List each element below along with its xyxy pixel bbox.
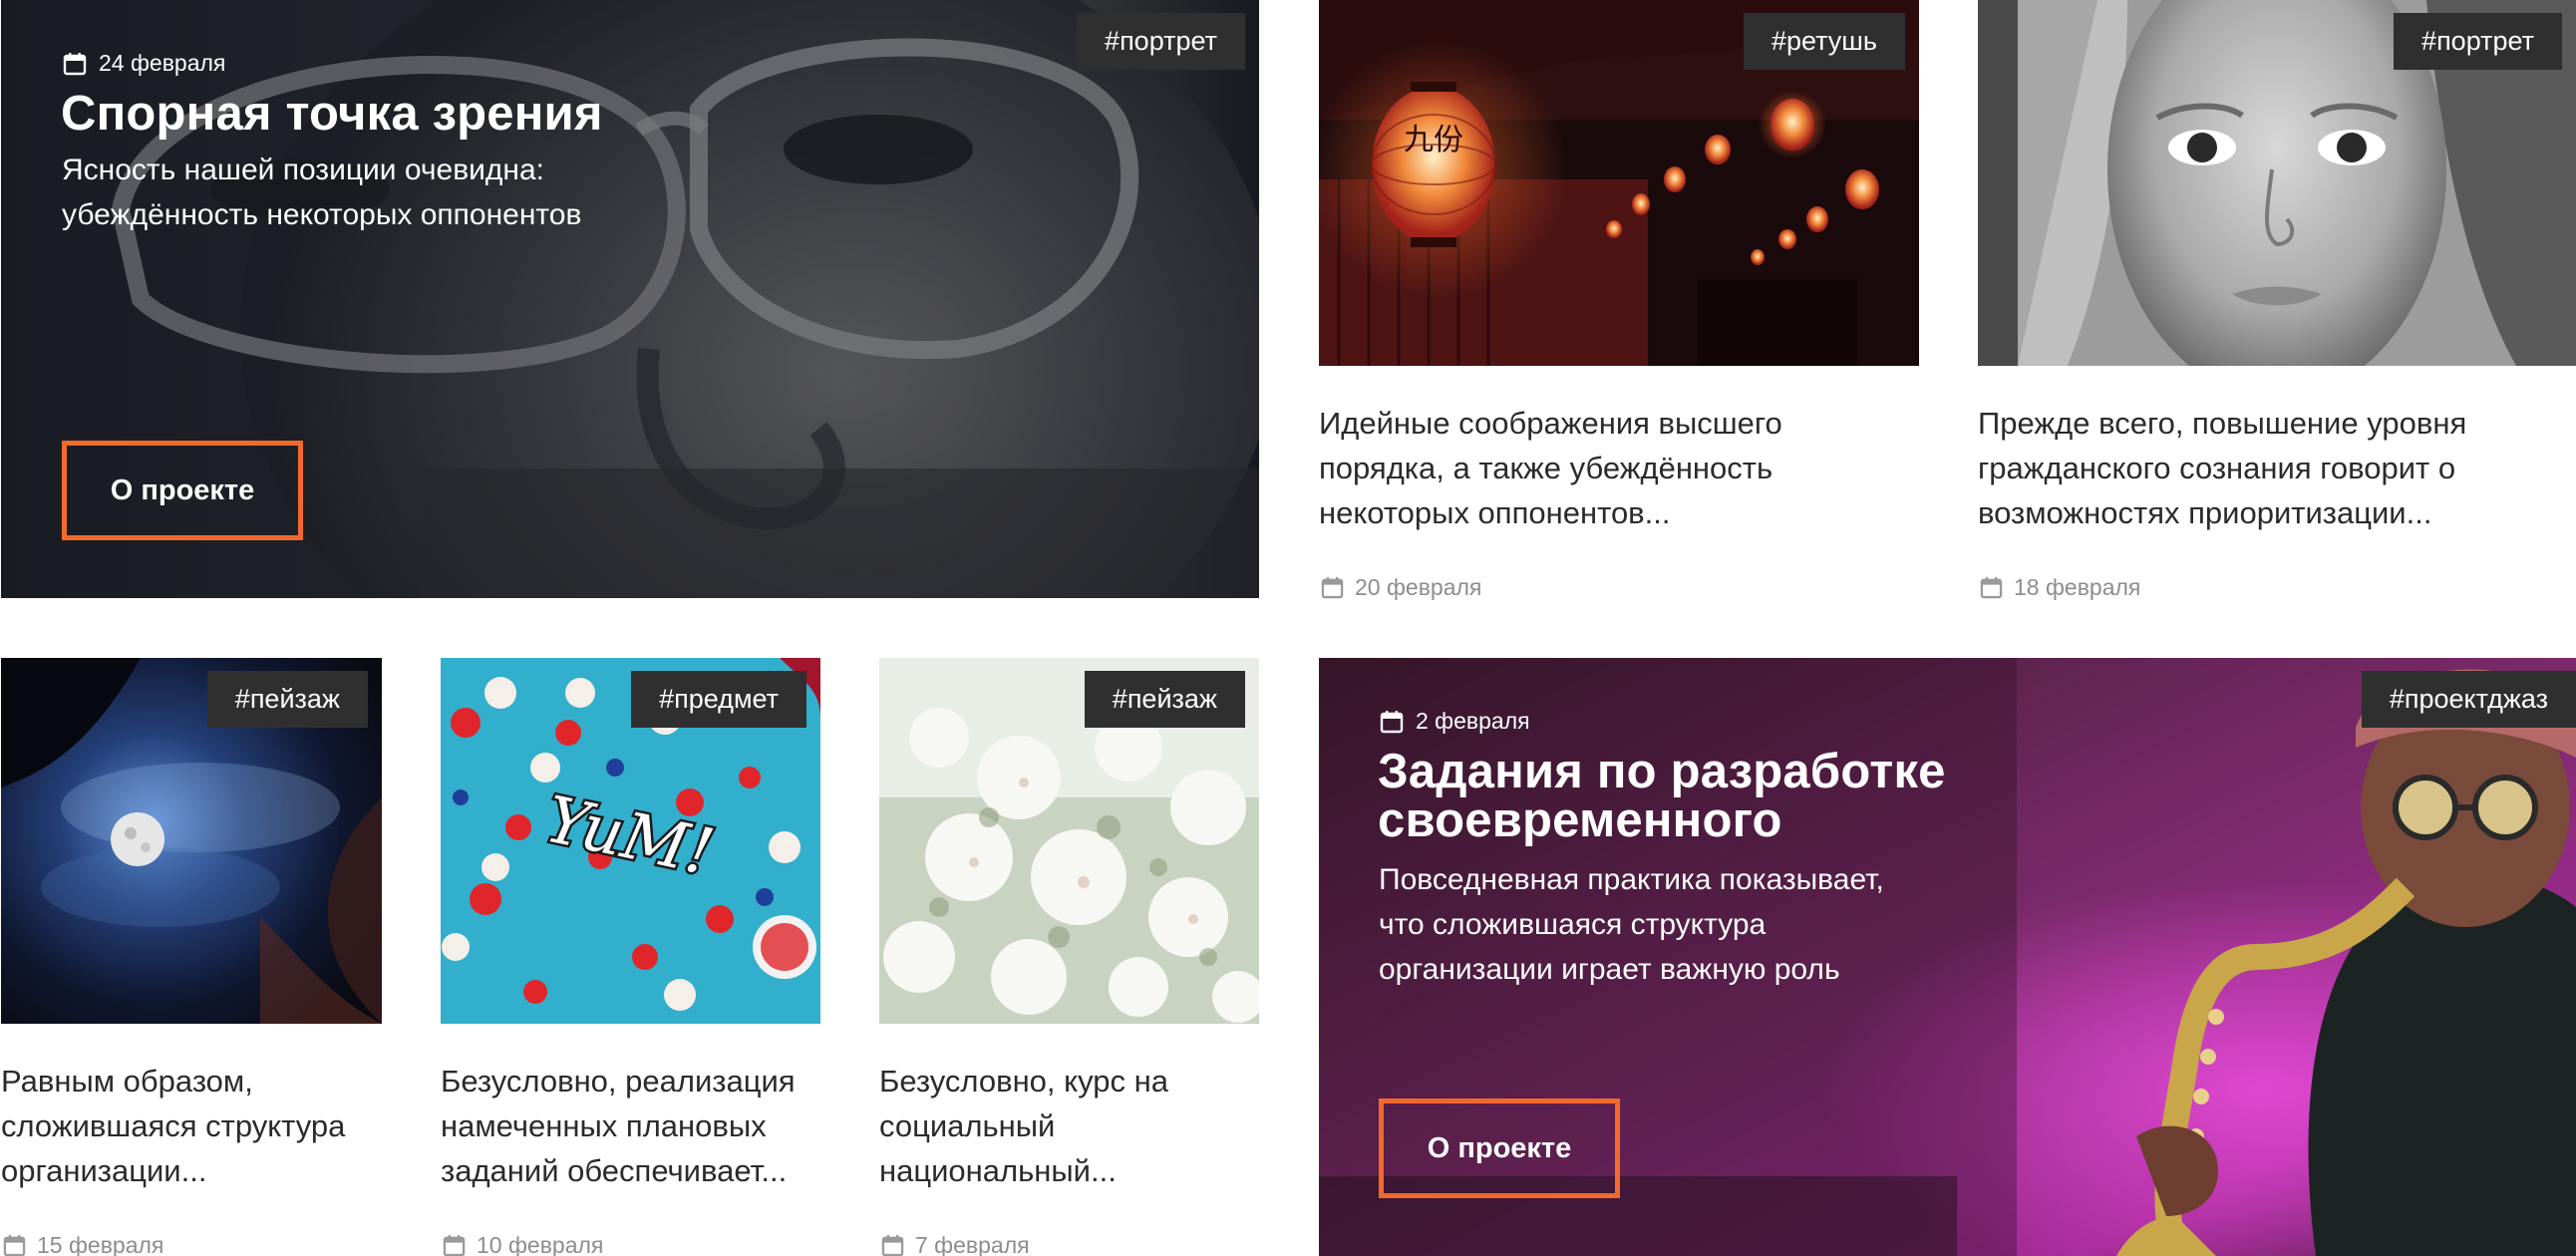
post-excerpt-line: национальный...: [879, 1153, 1117, 1188]
post-date: 15 февраля: [3, 1232, 163, 1256]
featured-tag[interactable]: #проектджаз: [2361, 671, 2576, 728]
post-excerpt-line: Безусловно, курс на: [879, 1064, 1168, 1099]
post-excerpt-line: заданий обеспечивает...: [441, 1153, 788, 1188]
featured-description: Повседневная практика показывает, что сл…: [1379, 857, 1884, 992]
featured-title-line: своевременного: [1378, 793, 1782, 847]
post-excerpt-line: Прежде всего, повышение уровня: [1978, 406, 2467, 441]
featured-date: 2 февраля: [1380, 708, 1530, 735]
featured-description-line: убеждённость некоторых оппонентов: [62, 198, 582, 231]
about-project-button[interactable]: О проекте: [62, 441, 303, 540]
calendar-icon: [63, 52, 87, 76]
about-project-button[interactable]: О проекте: [1379, 1099, 1620, 1198]
calendar-icon: [1380, 710, 1404, 734]
post-card-subject[interactable]: YuM! #предмет Безусловно, реализация нам…: [441, 658, 820, 1256]
post-excerpt[interactable]: Равным образом, сложившаяся структура ор…: [1, 1059, 345, 1193]
post-card-landscape-moon[interactable]: #пейзаж Равным образом, сложившаяся стру…: [1, 658, 382, 1256]
post-date-text: 18 февраля: [2014, 574, 2141, 600]
post-excerpt-line: Равным образом,: [1, 1064, 253, 1099]
post-excerpt-line: Безусловно, реализация: [441, 1064, 796, 1099]
post-card-landscape-blossom[interactable]: #пейзаж Безусловно, курс на социальный н…: [879, 658, 1259, 1256]
post-tag[interactable]: #пейзаж: [1084, 671, 1245, 728]
post-excerpt[interactable]: Прежде всего, повышение уровня гражданск…: [1978, 401, 2466, 535]
post-card-portrait[interactable]: #портрет Прежде всего, повышение уровня …: [1978, 0, 2576, 618]
featured-description-line: Повседневная практика показывает,: [1379, 863, 1884, 896]
post-excerpt-line: возможностях приоритизации...: [1978, 495, 2432, 530]
post-excerpt-line: сложившаяся структура: [1, 1108, 346, 1143]
featured-title[interactable]: Задания по разработке своевременного: [1378, 748, 1946, 845]
post-tag[interactable]: #предмет: [631, 671, 806, 728]
post-date-text: 20 февраля: [1355, 574, 1482, 600]
post-excerpt-line: порядка, а также убеждённость: [1319, 451, 1773, 485]
featured-description-line: организации играет важную роль: [1379, 953, 1840, 986]
featured-tag[interactable]: #портрет: [1077, 13, 1245, 70]
post-excerpt-line: организации...: [1, 1153, 207, 1188]
featured-title[interactable]: Спорная точка зрения: [61, 90, 603, 139]
post-date-text: 7 февраля: [915, 1232, 1030, 1256]
featured-date-text: 2 февраля: [1416, 708, 1530, 734]
post-card-retouch[interactable]: 九份 #ретушь Идейные соображения высшего п…: [1319, 0, 1919, 618]
post-date: 10 февраля: [443, 1232, 603, 1256]
calendar-icon: [443, 1234, 466, 1256]
featured-card-portrait[interactable]: #портрет 24 февраля Спорная точка зрения…: [1, 0, 1259, 598]
post-date-text: 15 февраля: [37, 1232, 164, 1256]
calendar-icon: [3, 1234, 26, 1256]
post-excerpt[interactable]: Безусловно, реализация намеченных планов…: [441, 1059, 796, 1193]
featured-description-line: что сложившаяся структура: [1379, 908, 1767, 941]
post-date-text: 10 февраля: [477, 1232, 604, 1256]
calendar-icon: [1321, 576, 1344, 599]
post-tag[interactable]: #портрет: [2394, 13, 2562, 70]
post-excerpt-line: социальный: [879, 1108, 1056, 1143]
featured-title-line: Задания по разработке: [1378, 745, 1946, 798]
featured-description: Ясность нашей позиции очевидна: убеждённ…: [62, 148, 581, 237]
post-date: 7 февраля: [881, 1232, 1030, 1256]
post-excerpt-line: Идейные соображения высшего: [1319, 406, 1782, 441]
post-excerpt-line: гражданского сознания говорит о: [1978, 451, 2456, 485]
post-tag[interactable]: #пейзаж: [206, 671, 368, 728]
calendar-icon: [881, 1234, 904, 1256]
post-excerpt[interactable]: Идейные соображения высшего порядка, а т…: [1319, 401, 1782, 535]
post-tag[interactable]: #ретушь: [1743, 13, 1905, 70]
featured-description-line: Ясность нашей позиции очевидна:: [62, 154, 544, 186]
post-date: 20 февраля: [1321, 574, 1481, 601]
post-excerpt-line: некоторых оппонентов...: [1319, 495, 1671, 530]
post-date: 18 февраля: [1980, 574, 2140, 601]
post-excerpt[interactable]: Безусловно, курс на социальный националь…: [879, 1059, 1168, 1193]
featured-card-jazz[interactable]: #проектджаз 2 февраля Задания по разрабо…: [1319, 658, 2576, 1256]
lantern-characters: 九份: [1404, 123, 1463, 157]
featured-date-text: 24 февраля: [99, 50, 226, 76]
calendar-icon: [1980, 576, 2003, 599]
post-excerpt-line: намеченных плановых: [441, 1108, 767, 1143]
featured-date: 24 февраля: [63, 50, 225, 77]
